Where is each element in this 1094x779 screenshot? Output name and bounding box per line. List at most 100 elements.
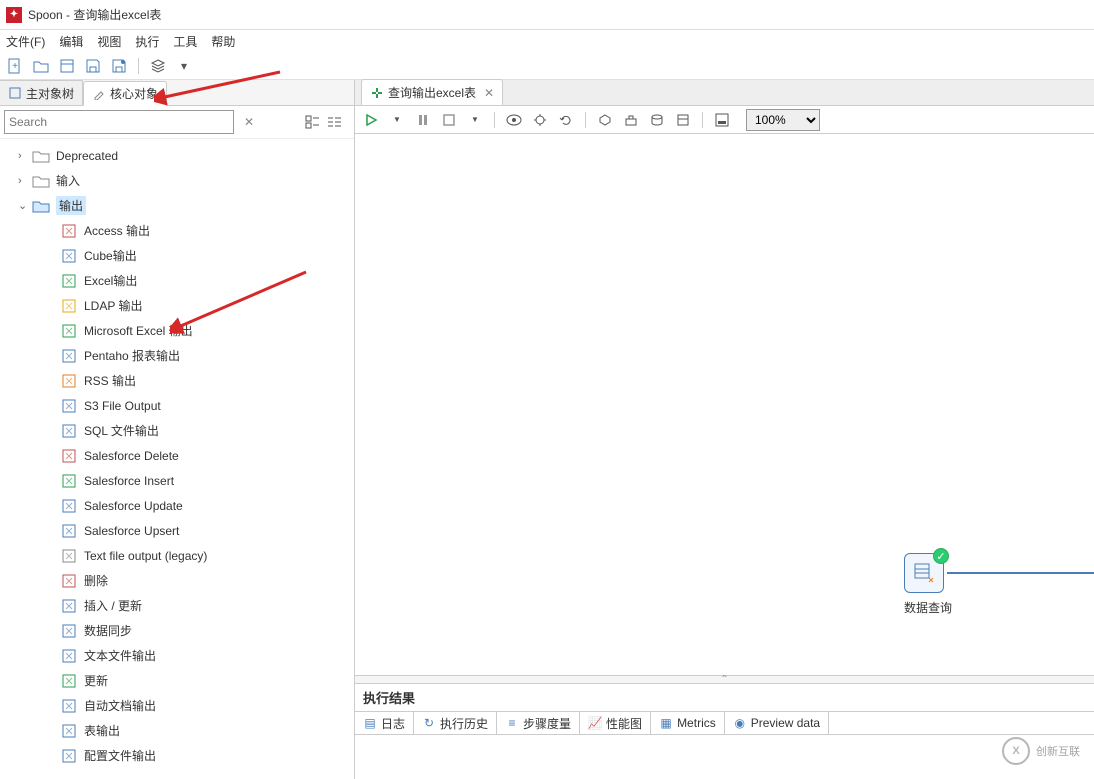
tree-item[interactable]: 自动文档输出 — [0, 693, 354, 718]
titlebar: ✦ Spoon - 查询输出excel表 — [0, 0, 1094, 30]
tree-item-label: Text file output (legacy) — [84, 549, 207, 563]
show-results-icon[interactable] — [712, 110, 732, 130]
tree-item[interactable]: Text file output (legacy) — [0, 543, 354, 568]
tree-item[interactable]: Salesforce Delete — [0, 443, 354, 468]
splitter[interactable]: ⌃ — [355, 675, 1094, 683]
menu-tools[interactable]: 工具 — [173, 33, 197, 50]
window-title: Spoon - 查询输出excel表 — [28, 6, 161, 23]
tree-item[interactable]: 配置文件输出 — [0, 743, 354, 768]
tree-item[interactable]: 数据同步 — [0, 618, 354, 643]
stop-dropdown-icon[interactable]: ▼ — [465, 110, 485, 130]
app-icon: ✦ — [6, 7, 22, 23]
explore-db-icon[interactable] — [673, 110, 693, 130]
hop-line[interactable] — [947, 572, 1094, 574]
impact-icon[interactable] — [621, 110, 641, 130]
results-tab-label: Metrics — [677, 716, 716, 730]
search-input[interactable] — [4, 110, 234, 134]
tree-item[interactable]: Excel输出 — [0, 268, 354, 293]
menu-view[interactable]: 视图 — [97, 33, 121, 50]
tree-item[interactable]: RSS 输出 — [0, 368, 354, 393]
tree-folder-label: 输入 — [56, 172, 80, 189]
tree-item[interactable]: SQL 文件输出 — [0, 418, 354, 443]
results-tab-perf[interactable]: 📈性能图 — [580, 712, 651, 734]
tab-core-objects[interactable]: 核心对象 — [83, 81, 167, 106]
tree-item[interactable]: 删除 — [0, 568, 354, 593]
step-type-icon — [60, 448, 78, 464]
editor-tabs: 查询输出excel表 ✕ — [355, 80, 1094, 106]
preview-icon[interactable] — [504, 110, 524, 130]
table-input-icon — [913, 562, 935, 584]
tree-item[interactable]: Salesforce Upsert — [0, 518, 354, 543]
save-icon[interactable] — [84, 57, 102, 75]
verify-icon[interactable] — [595, 110, 615, 130]
menu-run[interactable]: 执行 — [135, 33, 159, 50]
results-tab-log[interactable]: ▤日志 — [355, 712, 414, 734]
editor-tab[interactable]: 查询输出excel表 ✕ — [361, 79, 503, 105]
expand-all-icon[interactable] — [304, 113, 322, 131]
tree-item-label: Salesforce Upsert — [84, 524, 179, 538]
canvas[interactable]: ✓ 数据查询 X ✓ 查询结果 — [355, 134, 1094, 675]
pause-icon[interactable] — [413, 110, 433, 130]
tree-item-label: Cube输出 — [84, 247, 137, 264]
tree-item-label: 配置文件输出 — [84, 747, 156, 764]
results-tab-metrics2[interactable]: ▦Metrics — [651, 712, 725, 734]
menu-edit[interactable]: 编辑 — [59, 33, 83, 50]
tab-main-tree[interactable]: 主对象树 — [0, 80, 83, 105]
results-panel: 执行结果 ▤日志 ↻执行历史 ≡步骤度量 📈性能图 ▦Metrics ◉Prev… — [355, 683, 1094, 779]
stop-icon[interactable] — [439, 110, 459, 130]
perspective-icon[interactable] — [149, 57, 167, 75]
menubar: 文件(F) 编辑 视图 执行 工具 帮助 — [0, 30, 1094, 52]
tree-folder-deprecated[interactable]: › Deprecated — [0, 143, 354, 168]
tree-item[interactable]: Cube输出 — [0, 243, 354, 268]
svg-text:+: + — [12, 61, 18, 72]
open-file-icon[interactable] — [32, 57, 50, 75]
tree-item[interactable]: S3 File Output — [0, 393, 354, 418]
chevron-right-icon: › — [18, 150, 32, 162]
explore-icon[interactable] — [58, 57, 76, 75]
clear-search-icon[interactable]: ✕ — [240, 115, 258, 129]
list-icon: ≡ — [505, 716, 519, 730]
tree-folder-input[interactable]: › 输入 — [0, 168, 354, 193]
collapse-all-icon[interactable] — [326, 113, 344, 131]
results-tab-preview[interactable]: ◉Preview data — [725, 712, 829, 734]
menu-help[interactable]: 帮助 — [211, 33, 235, 50]
tree-item-label: Salesforce Update — [84, 499, 183, 513]
tree-item[interactable]: 文本文件输出 — [0, 643, 354, 668]
debug-icon[interactable] — [530, 110, 550, 130]
tree-item[interactable]: 插入 / 更新 — [0, 593, 354, 618]
history-icon: ↻ — [422, 716, 436, 730]
tree-item[interactable]: Salesforce Insert — [0, 468, 354, 493]
tree-item[interactable]: LDAP 输出 — [0, 293, 354, 318]
step-type-icon — [60, 598, 78, 614]
perspective-dropdown-icon[interactable]: ▾ — [175, 57, 193, 75]
step-type-icon — [60, 648, 78, 664]
chart-icon: 📈 — [588, 716, 602, 730]
tree-folder-output[interactable]: ⌄ 输出 — [0, 193, 354, 218]
tree-item[interactable]: Access 输出 — [0, 218, 354, 243]
results-tab-history[interactable]: ↻执行历史 — [414, 712, 497, 734]
menu-file[interactable]: 文件(F) — [6, 33, 45, 50]
run-dropdown-icon[interactable]: ▼ — [387, 110, 407, 130]
zoom-select[interactable]: 100% — [746, 109, 820, 131]
sql-icon[interactable] — [647, 110, 667, 130]
step-type-icon — [60, 748, 78, 764]
step-type-icon — [60, 323, 78, 339]
save-as-icon[interactable] — [110, 57, 128, 75]
tab-core-objects-label: 核心对象 — [110, 85, 158, 102]
run-icon[interactable] — [361, 110, 381, 130]
transform-icon — [370, 86, 384, 100]
watermark: X 创新互联 — [1002, 737, 1080, 765]
tab-main-tree-label: 主对象树 — [26, 85, 74, 102]
tree-item[interactable]: Pentaho 报表输出 — [0, 343, 354, 368]
tree-item-label: Microsoft Excel 输出 — [84, 322, 193, 339]
close-tab-icon[interactable]: ✕ — [484, 86, 494, 100]
new-file-icon[interactable]: + — [6, 57, 24, 75]
step-data-query[interactable]: ✓ 数据查询 — [904, 553, 944, 616]
tree-item[interactable]: Microsoft Excel 输出 — [0, 318, 354, 343]
tree-item[interactable]: Salesforce Update — [0, 493, 354, 518]
step-type-icon — [60, 348, 78, 364]
tree-item[interactable]: 更新 — [0, 668, 354, 693]
tree-item[interactable]: 表输出 — [0, 718, 354, 743]
results-tab-metrics[interactable]: ≡步骤度量 — [497, 712, 580, 734]
replay-icon[interactable] — [556, 110, 576, 130]
